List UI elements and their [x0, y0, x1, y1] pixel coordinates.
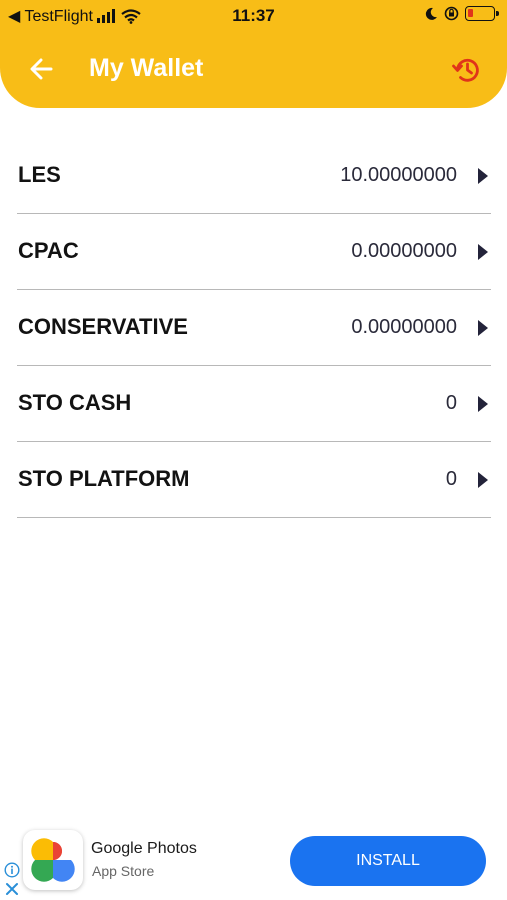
- wallet-list: LES 10.00000000 CPAC 0.00000000 CONSERVA…: [17, 138, 491, 518]
- wallet-name: LES: [18, 162, 61, 187]
- wallet-row-sto-platform[interactable]: STO PLATFORM 0: [17, 442, 491, 518]
- wallet-row-sto-cash[interactable]: STO CASH 0: [17, 366, 491, 442]
- wallet-row-les[interactable]: LES 10.00000000: [17, 138, 491, 214]
- install-button[interactable]: INSTALL: [290, 836, 486, 886]
- wallet-name: CPAC: [18, 238, 79, 263]
- ad-app-name[interactable]: Google Photos: [91, 840, 197, 858]
- chevron-right-icon: [478, 244, 488, 260]
- ad-info-icon[interactable]: [4, 862, 20, 878]
- wallet-balance: 0.00000000: [351, 316, 457, 338]
- status-right: [424, 6, 499, 21]
- wallet-balance: 0: [445, 392, 457, 414]
- wallet-name: STO PLATFORM: [18, 466, 190, 491]
- status-bar: ◀ TestFlight 11:37: [0, 0, 507, 32]
- back-button[interactable]: [26, 54, 56, 84]
- battery-icon: [465, 6, 499, 21]
- chevron-right-icon: [478, 320, 488, 336]
- orientation-lock-icon: [444, 6, 459, 21]
- ad-banner: Google Photos App Store INSTALL: [0, 822, 507, 900]
- wallet-row-cpac[interactable]: CPAC 0.00000000: [17, 214, 491, 290]
- app-header: ◀ TestFlight 11:37 My Wallet: [0, 0, 507, 108]
- wallet-row-conservative[interactable]: CONSERVATIVE 0.00000000: [17, 290, 491, 366]
- chevron-right-icon: [478, 472, 488, 488]
- chevron-right-icon: [478, 396, 488, 412]
- wallet-name: STO CASH: [18, 390, 132, 415]
- pinwheel-icon: [31, 838, 75, 882]
- history-icon: [452, 58, 479, 82]
- wallet-balance: 0.00000000: [351, 240, 457, 262]
- wallet-name: CONSERVATIVE: [18, 314, 188, 339]
- wallet-balance: 0: [445, 468, 457, 490]
- ad-close-icon[interactable]: [5, 882, 19, 896]
- arrow-left-icon: [30, 58, 53, 80]
- wallet-balance: 10.00000000: [340, 164, 457, 186]
- ad-app-icon[interactable]: [23, 830, 83, 890]
- page-title: My Wallet: [89, 54, 204, 82]
- chevron-right-icon: [478, 168, 488, 184]
- moon-icon: [425, 7, 437, 20]
- ad-store-label: App Store: [92, 863, 155, 879]
- history-button[interactable]: [451, 54, 483, 86]
